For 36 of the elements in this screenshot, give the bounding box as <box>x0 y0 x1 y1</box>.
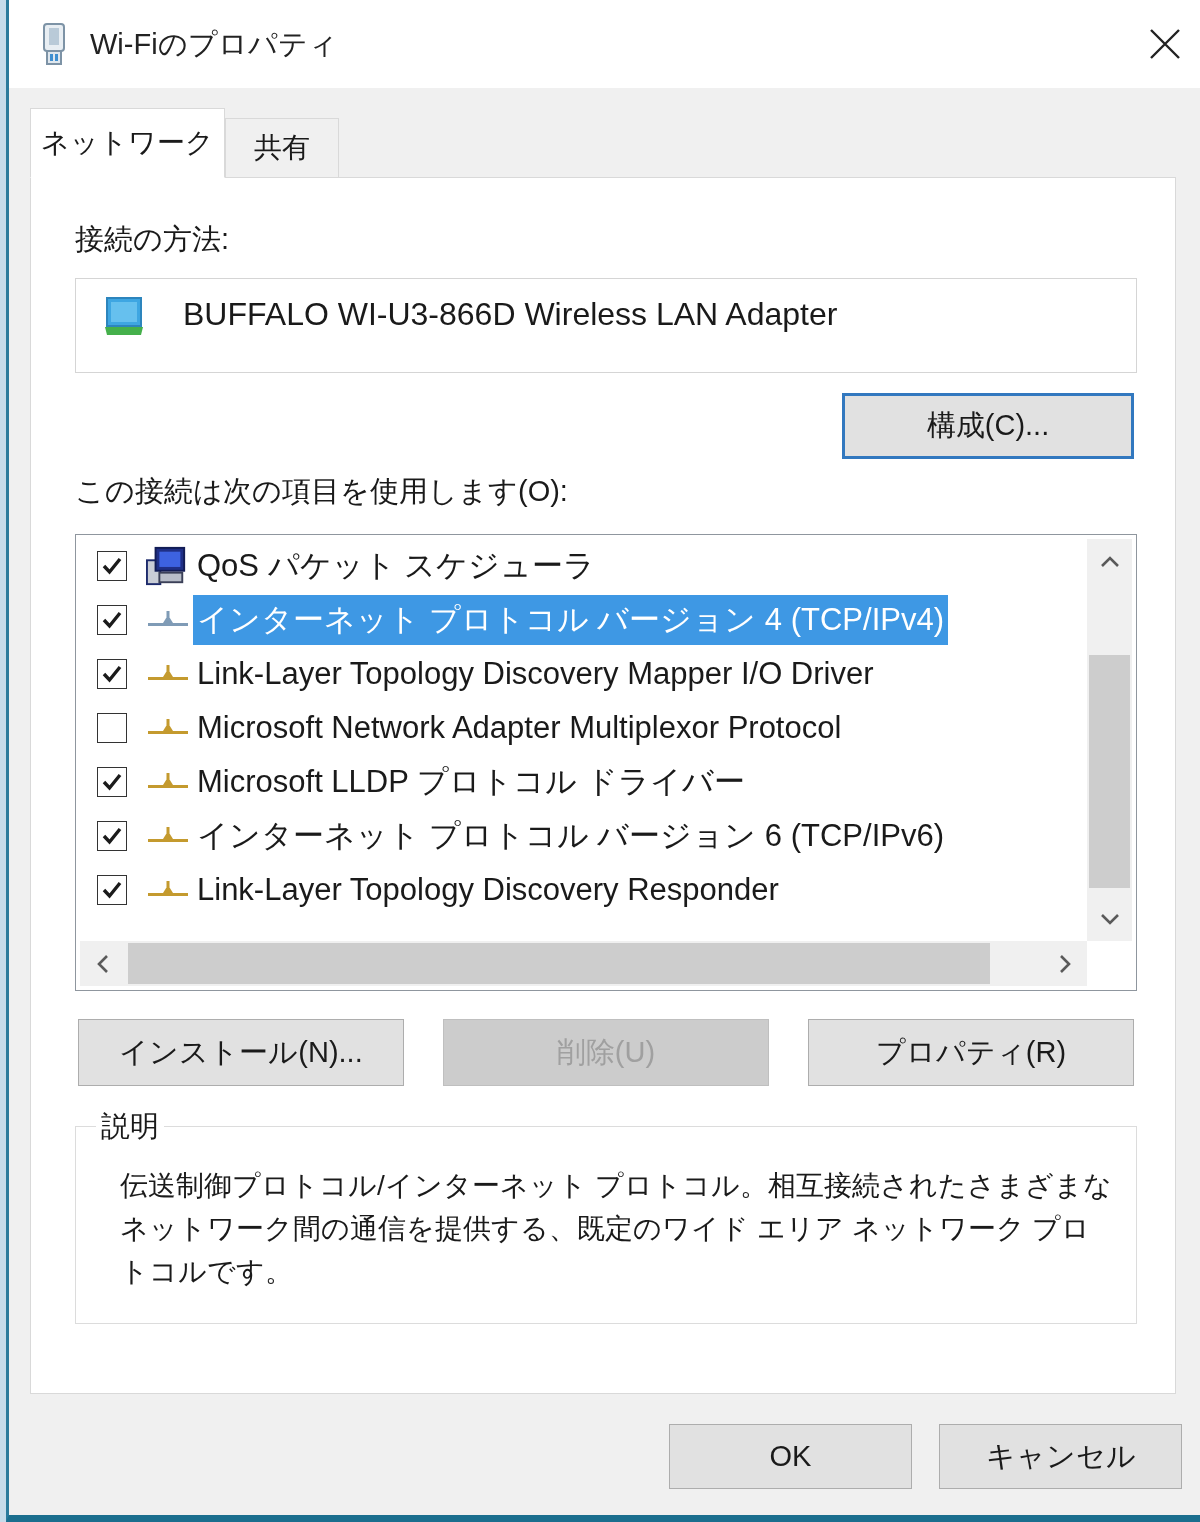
chevron-up-icon <box>1099 555 1120 568</box>
window-title: Wi-Fiのプロパティ <box>90 27 338 62</box>
tab[interactable]: 共有 <box>225 118 339 178</box>
list-item[interactable]: インターネット プロトコル バージョン 6 (TCP/IPv6) <box>193 811 948 861</box>
chevron-left-icon <box>96 953 109 974</box>
adapter-name: BUFFALO WI-U3-866D Wireless LAN Adapter <box>183 295 838 334</box>
list-item[interactable]: Link-Layer Topology Discovery Responder <box>193 865 783 915</box>
chevron-right-icon <box>1058 953 1071 974</box>
checkbox[interactable] <box>97 875 127 905</box>
list-item[interactable]: Microsoft Network Adapter Multiplexor Protocol <box>193 703 846 753</box>
close-icon <box>1150 29 1180 59</box>
scrollbar-thumb[interactable] <box>1089 655 1130 888</box>
checkbox[interactable] <box>97 551 127 581</box>
checkbox[interactable] <box>97 821 127 851</box>
monitor-icon <box>103 296 145 336</box>
dialog-button[interactable]: OK <box>669 1424 912 1489</box>
checkbox[interactable] <box>97 605 127 635</box>
action-button[interactable]: プロパティ(R) <box>808 1019 1134 1086</box>
computer-icon <box>146 546 188 586</box>
list-item[interactable]: Link-Layer Topology Discovery Mapper I/O Driver <box>193 649 878 699</box>
configure-button[interactable]: 構成(C)... <box>842 393 1134 459</box>
close-button[interactable] <box>1150 29 1180 59</box>
list-label: この接続は次の項目を使用します(O): <box>75 474 569 509</box>
scrollbar-thumb[interactable] <box>128 943 990 984</box>
chevron-down-icon <box>1099 912 1120 925</box>
action-button[interactable]: インストール(N)... <box>78 1019 404 1086</box>
field-label: 接続の方法: <box>75 222 231 257</box>
checkbox[interactable] <box>97 659 127 689</box>
list-item[interactable]: QoS パケット スケジューラ <box>193 541 600 591</box>
dialog-button[interactable]: キャンセル <box>939 1424 1182 1489</box>
list-item[interactable]: Microsoft LLDP プロトコル ドライバー <box>193 757 749 807</box>
tab[interactable]: ネットワーク <box>30 108 225 178</box>
usb-dongle-icon <box>40 23 68 65</box>
checkbox[interactable] <box>97 713 127 743</box>
description-text: 伝送制御プロトコル/インターネット プロトコル。相互接続されたさまざまなネットワーク間の通信を提供する、既定のワイド エリア ネットワーク プロトコルです。 <box>120 1169 1113 1289</box>
checkbox[interactable] <box>97 767 127 797</box>
